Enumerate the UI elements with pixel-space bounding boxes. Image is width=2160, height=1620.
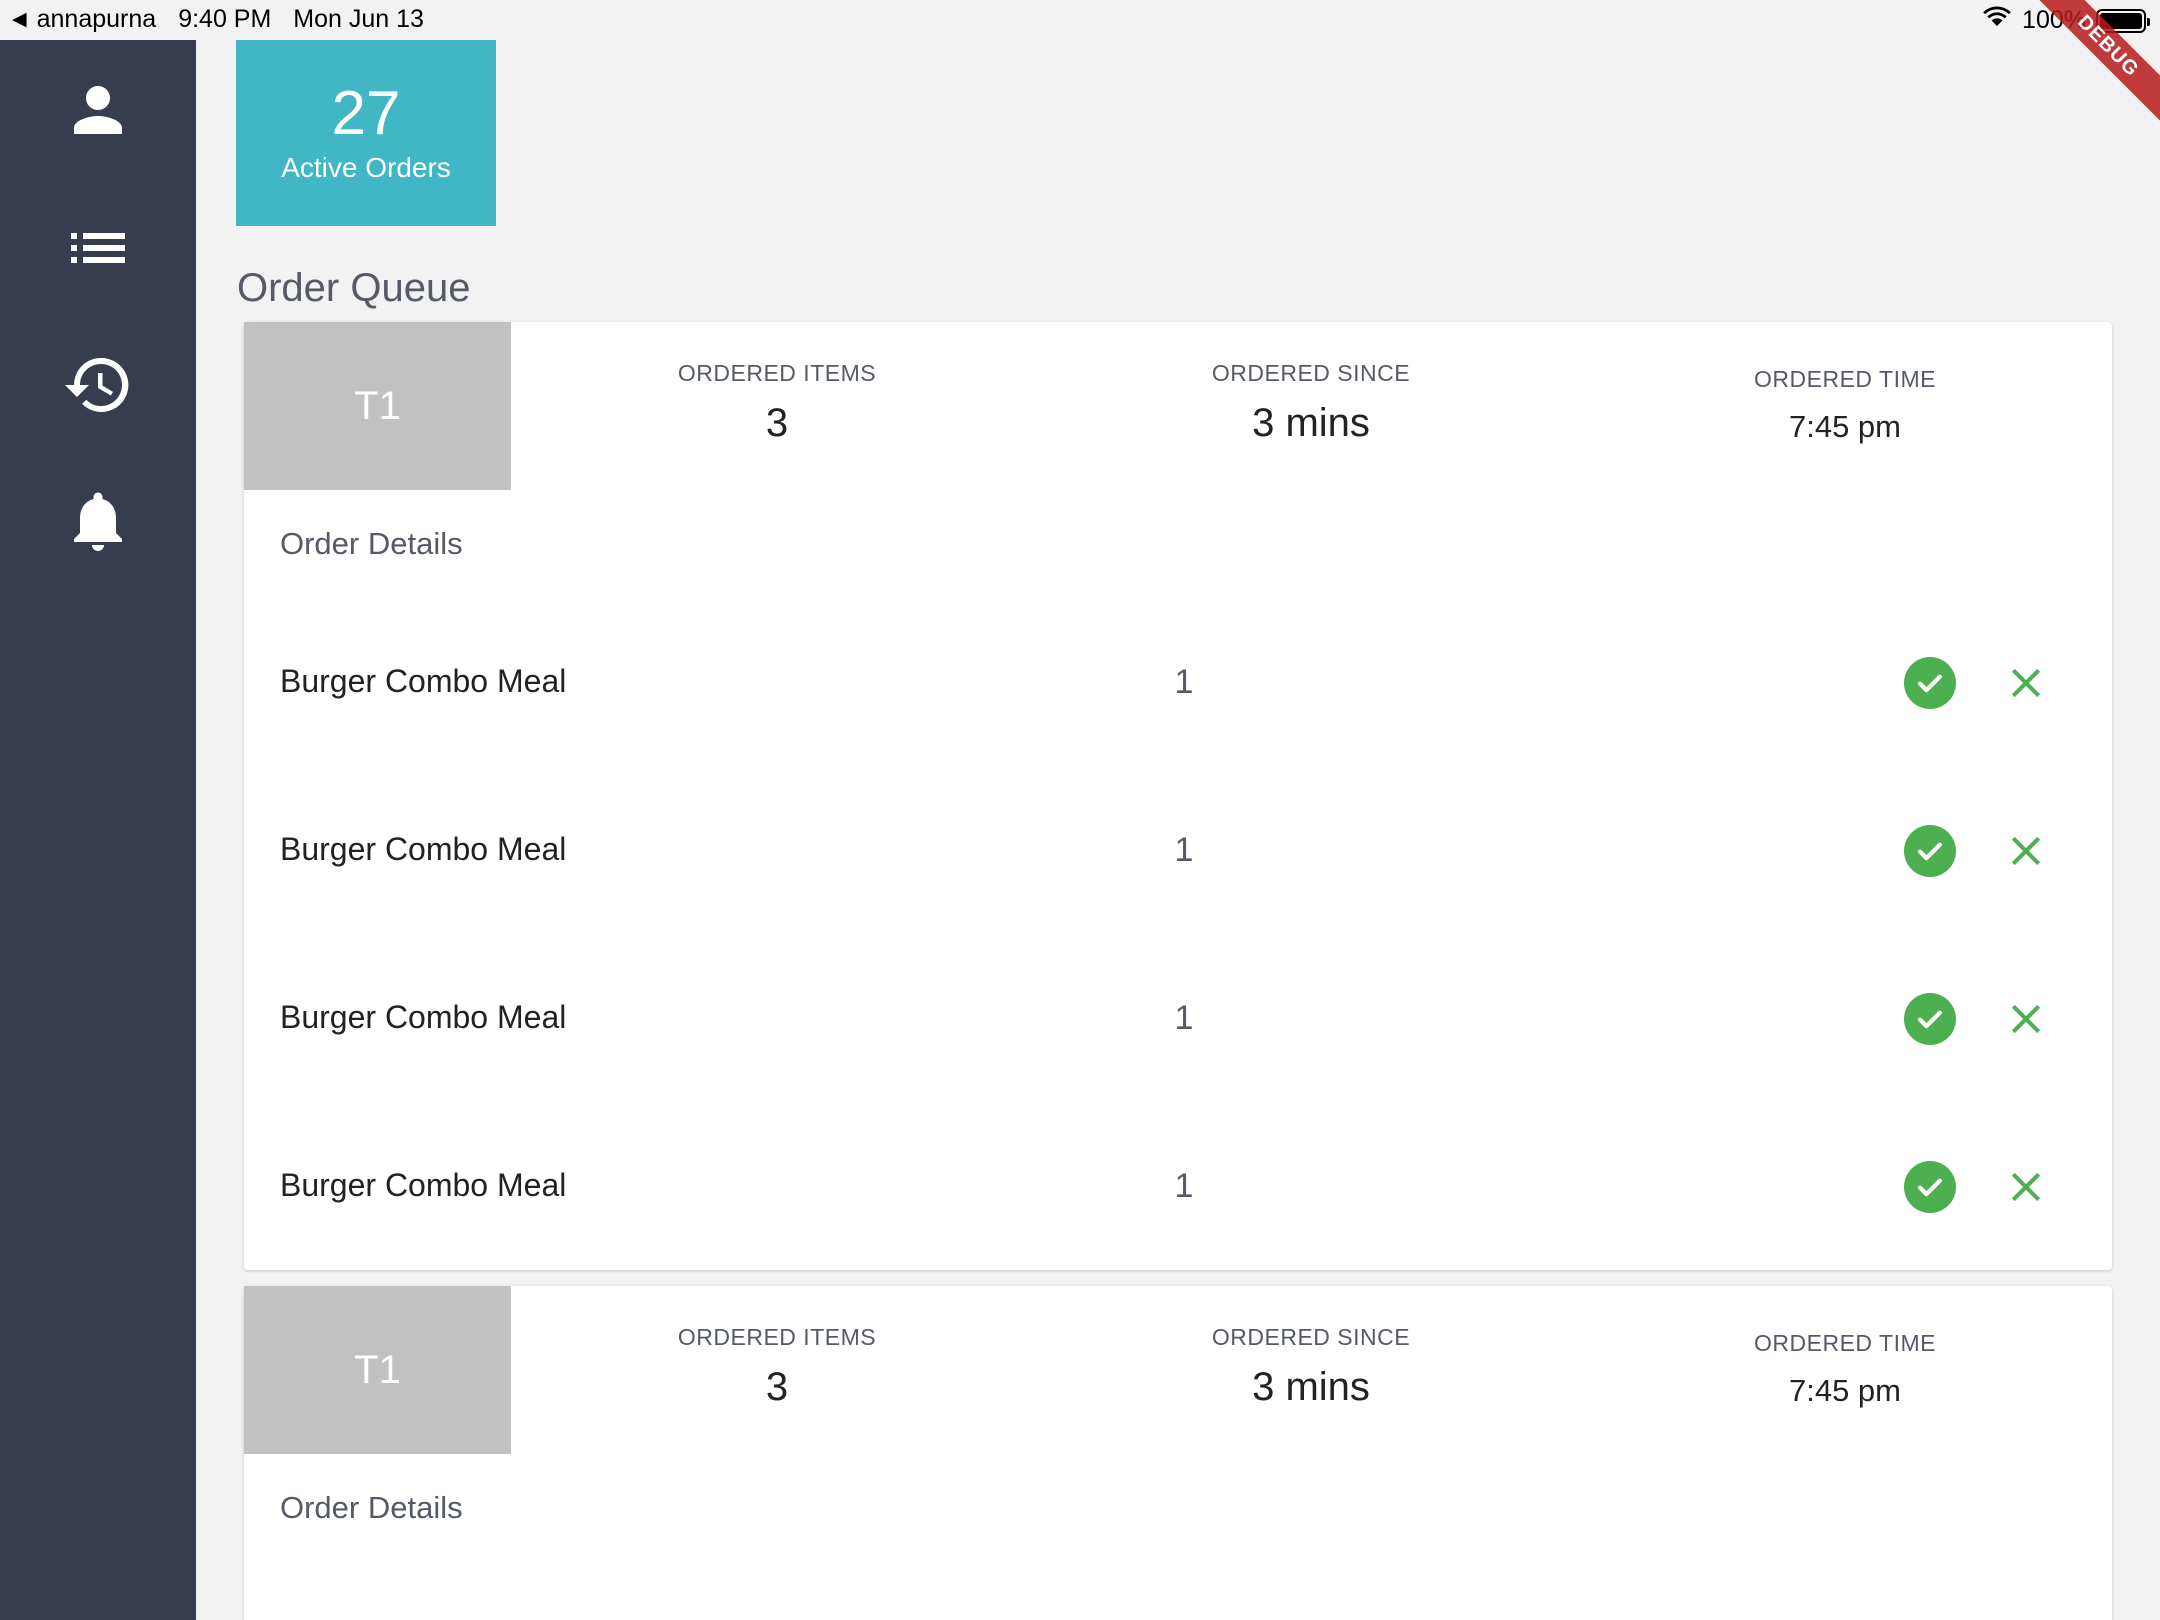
status-bar: ◀ annapurna 9:40 PM Mon Jun 13 100%: [0, 0, 2160, 40]
accept-button[interactable]: [1904, 657, 1956, 709]
order-details-heading: Order Details: [280, 526, 463, 561]
close-icon: [2011, 836, 2041, 866]
ordered-since-value: 3 mins: [1252, 1365, 1370, 1409]
accept-button[interactable]: [1904, 825, 1956, 877]
ordered-time-stat: ORDERED TIME 7:45 pm: [1665, 366, 2025, 445]
ordered-items-stat: ORDERED ITEMS 3: [597, 1324, 957, 1410]
check-icon: [1917, 674, 1943, 693]
active-orders-tile[interactable]: 27 Active Orders: [236, 40, 496, 226]
table-badge: T1: [244, 1286, 511, 1454]
check-icon: [1917, 1010, 1943, 1029]
close-icon: [2011, 668, 2041, 698]
status-date: Mon Jun 13: [293, 5, 424, 33]
ordered-time-value: 7:45 pm: [1788, 409, 1901, 444]
check-icon: [1917, 1178, 1943, 1197]
item-quantity: 1: [1174, 663, 1194, 701]
ordered-since-stat: ORDERED SINCE 3 mins: [1131, 360, 1491, 446]
reject-button[interactable]: [2004, 1165, 2048, 1209]
history-icon: [65, 357, 129, 412]
item-name: Burger Combo Meal: [280, 831, 567, 867]
accept-button[interactable]: [1904, 993, 1956, 1045]
reject-button[interactable]: [2004, 661, 2048, 705]
sidebar-item-profile[interactable]: [0, 55, 196, 165]
active-orders-count: 27: [331, 79, 401, 148]
ordered-since-stat: ORDERED SINCE 3 mins: [1131, 1324, 1491, 1410]
sidebar: [0, 40, 196, 1620]
order-card: T1 ORDERED ITEMS 3 ORDERED SINCE 3 mins …: [244, 1286, 2112, 1620]
wifi-icon: [1982, 5, 2012, 36]
active-orders-label: Active Orders: [281, 152, 451, 183]
ordered-time-stat: ORDERED TIME 7:45 pm: [1665, 1330, 2025, 1409]
bell-icon: [74, 492, 122, 551]
ordered-time-label: ORDERED TIME: [1754, 1330, 1936, 1356]
reject-button[interactable]: [2004, 997, 2048, 1041]
item-name: Burger Combo Meal: [280, 1167, 567, 1203]
order-card: T1 ORDERED ITEMS 3 ORDERED SINCE 3 mins …: [244, 322, 2112, 1270]
ordered-since-value: 3 mins: [1252, 401, 1370, 445]
order-item-row: Burger Combo Meal 1: [244, 979, 2112, 1059]
ordered-items-label: ORDERED ITEMS: [677, 1324, 877, 1350]
item-quantity: 1: [1174, 999, 1194, 1037]
order-item-row: Burger Combo Meal 1: [244, 643, 2112, 723]
ordered-since-label: ORDERED SINCE: [1211, 360, 1411, 386]
close-icon: [2011, 1004, 2041, 1034]
ordered-items-value: 3: [765, 1365, 789, 1409]
ordered-items-stat: ORDERED ITEMS 3: [597, 360, 957, 446]
close-icon: [2011, 1172, 2041, 1202]
ordered-time-label: ORDERED TIME: [1754, 366, 1936, 392]
accept-button[interactable]: [1904, 1161, 1956, 1213]
sidebar-item-history[interactable]: [0, 330, 196, 440]
check-icon: [1917, 842, 1943, 861]
list-icon: [71, 233, 125, 263]
item-quantity: 1: [1174, 1167, 1194, 1205]
sidebar-item-orders[interactable]: [0, 193, 196, 303]
ordered-since-label: ORDERED SINCE: [1211, 1324, 1411, 1350]
ordered-time-value: 7:45 pm: [1788, 1373, 1901, 1408]
back-arrow-icon[interactable]: ◀: [12, 8, 27, 31]
order-details-heading: Order Details: [280, 1490, 463, 1525]
sidebar-item-notifications[interactable]: [0, 466, 196, 576]
reject-button[interactable]: [2004, 829, 2048, 873]
ordered-items-label: ORDERED ITEMS: [677, 360, 877, 386]
item-quantity: 1: [1174, 831, 1194, 869]
status-time: 9:40 PM: [178, 5, 272, 33]
person-icon: [74, 86, 122, 134]
table-badge: T1: [244, 322, 511, 490]
item-name: Burger Combo Meal: [280, 999, 567, 1035]
back-app-label[interactable]: annapurna: [37, 5, 157, 34]
item-name: Burger Combo Meal: [280, 663, 567, 699]
order-item-row: Burger Combo Meal 1: [244, 1147, 2112, 1227]
ordered-items-value: 3: [765, 401, 789, 445]
page-title: Order Queue: [237, 266, 471, 310]
order-item-row: Burger Combo Meal 1: [244, 811, 2112, 891]
